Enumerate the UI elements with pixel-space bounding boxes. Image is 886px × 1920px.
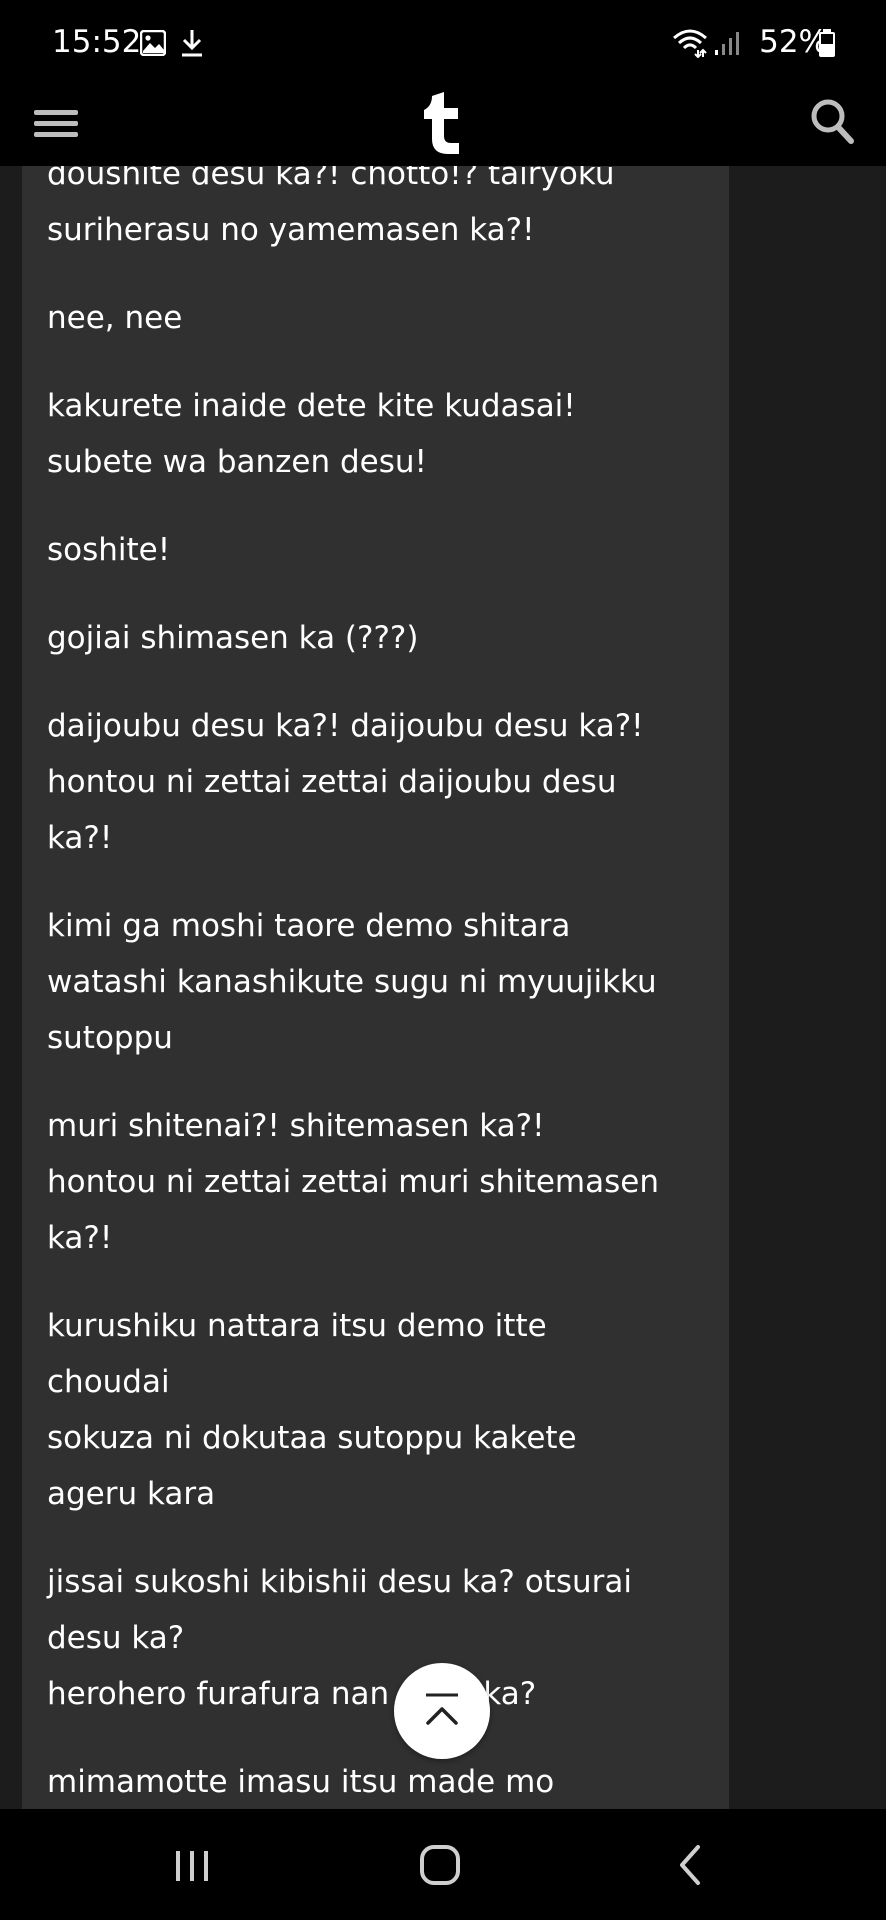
post-paragraph: jissai sukoshi kibishii desu ka? otsurai… (47, 1564, 632, 1712)
post-paragraph: gojiai shimasen ka (???) (47, 620, 419, 656)
chevron-up-icon (426, 1693, 458, 1725)
search-icon[interactable] (808, 96, 856, 148)
post-paragraph: kurushiku nattara itsu demo itte choudai… (47, 1308, 577, 1512)
dashboard-feed[interactable]: doushite desu ka?! chotto!? tairyoku sur… (0, 166, 886, 1809)
battery-icon (818, 28, 836, 62)
post-body: doushite desu ka?! chotto!? tairyoku sur… (47, 166, 727, 1809)
post-paragraph: kimi ga moshi taore demo shitara watashi… (47, 908, 657, 1056)
tumblr-logo[interactable] (420, 88, 470, 158)
post-paragraph: mimamotte imasu itsu made mo (47, 1764, 555, 1800)
post-paragraph: muri shitenai?! shitemasen ka?! hontou n… (47, 1108, 659, 1256)
screen: 15:52 52% doushite desu ka?! chotto!? ta… (0, 0, 886, 1920)
home-icon[interactable] (410, 1839, 470, 1891)
post-paragraph: daijoubu desu ka?! daijoubu desu ka?! ho… (47, 708, 644, 856)
app-bar (0, 86, 886, 166)
image-icon (139, 29, 167, 60)
signal-icon (714, 30, 742, 60)
post-paragraph: doushite desu ka?! chotto!? tairyoku sur… (47, 166, 615, 248)
hamburger-menu-icon[interactable] (32, 100, 80, 148)
download-icon (180, 28, 204, 62)
system-navigation-bar (0, 1809, 886, 1920)
status-bar: 15:52 52% (0, 0, 886, 86)
status-time: 15:52 (52, 24, 142, 60)
scroll-to-top-button[interactable] (394, 1663, 490, 1759)
post-paragraph: soshite! (47, 532, 171, 568)
post-card: doushite desu ka?! chotto!? tairyoku sur… (22, 166, 729, 1809)
back-icon[interactable] (660, 1839, 720, 1891)
recent-apps-icon[interactable] (162, 1839, 222, 1891)
post-paragraph: kakurete inaide dete kite kudasai! subet… (47, 388, 576, 480)
post-paragraph: nee, nee (47, 300, 183, 336)
wifi-icon (672, 28, 708, 62)
